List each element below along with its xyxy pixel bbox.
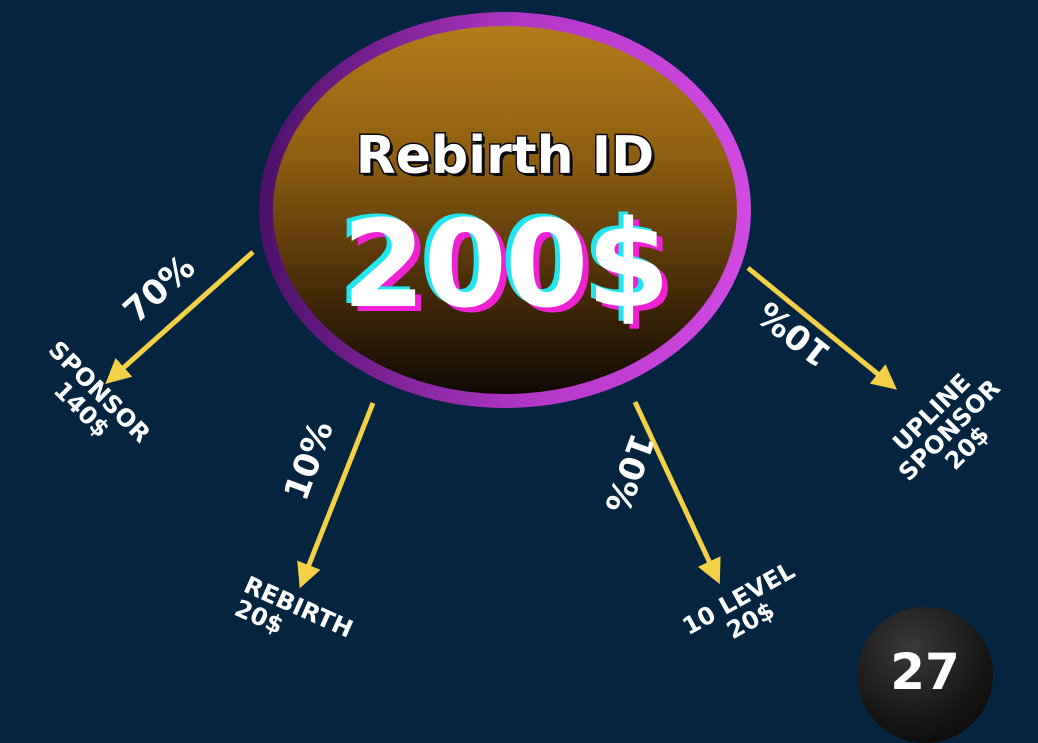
rebirth-id-hub: Rebirth ID 200$ <box>259 12 751 408</box>
hub-fill: Rebirth ID 200$ <box>273 26 737 394</box>
hub-amount: 200$ <box>342 196 670 335</box>
page-number-badge: 27 <box>857 607 993 743</box>
hub-title: Rebirth ID <box>354 125 656 188</box>
page-number: 27 <box>890 643 960 701</box>
